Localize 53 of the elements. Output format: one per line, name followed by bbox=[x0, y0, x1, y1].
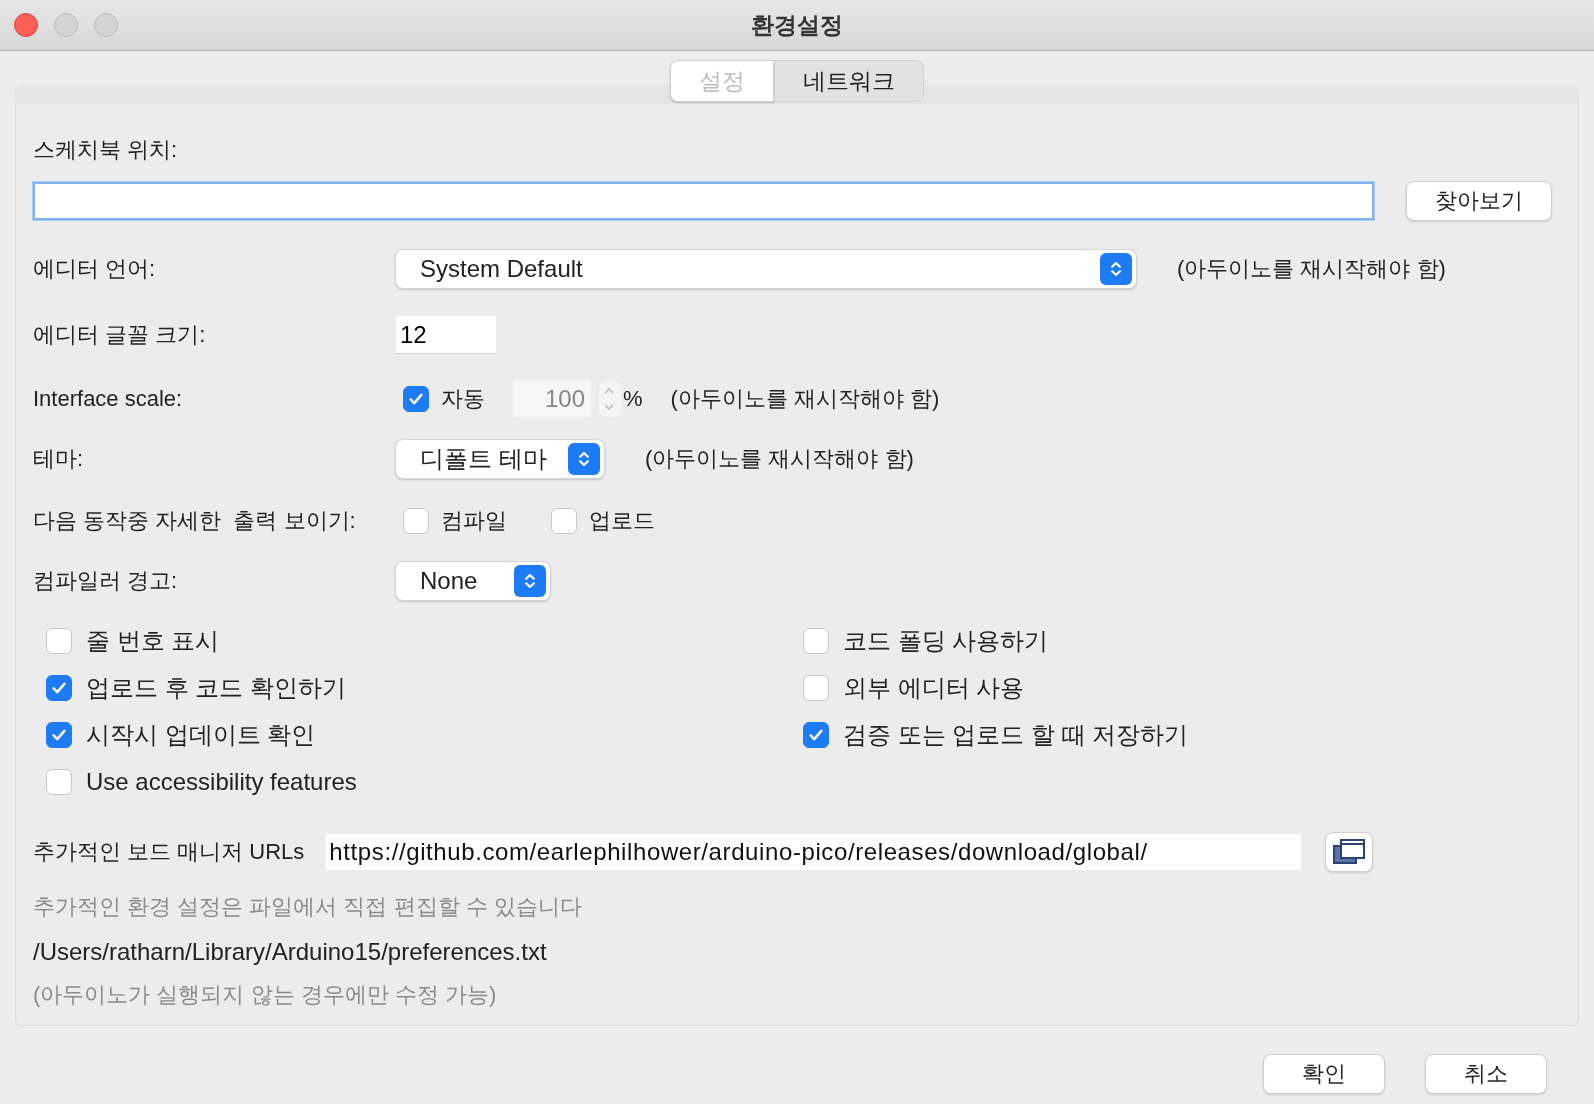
dialog-button[interactable]: 취소 bbox=[1425, 1054, 1547, 1094]
field-label: 에디터 글꼴 크기: bbox=[33, 321, 207, 349]
dropdown-arrows-icon bbox=[568, 443, 600, 475]
zoom-button[interactable] bbox=[94, 13, 118, 37]
minimize-button[interactable] bbox=[54, 13, 78, 37]
restart-note: (아두이노를 재시작해야 함) bbox=[645, 445, 914, 473]
checkbox-label: 자동 bbox=[441, 385, 485, 413]
checkbox-label: 업로드 후 코드 확인하기 bbox=[86, 673, 346, 703]
checkbox-label: Use accessibility features bbox=[86, 768, 357, 796]
browse-button[interactable]: 찾아보기 bbox=[1406, 181, 1552, 221]
field-label: Interface scale: bbox=[33, 386, 184, 412]
close-button[interactable] bbox=[14, 13, 38, 37]
checkbox-label: 검증 또는 업로드 할 때 저장하기 bbox=[843, 720, 1189, 750]
field-label: 스케치북 위치: bbox=[33, 136, 179, 164]
checkbox-label: 업로드 bbox=[589, 507, 655, 535]
field-label: 다음 동작중 자세한 출력 보이기: bbox=[33, 507, 357, 535]
checkbox[interactable] bbox=[46, 769, 72, 795]
field-label: 컴파일러 경고: bbox=[33, 567, 179, 595]
language-dropdown[interactable]: System Default bbox=[395, 249, 1137, 289]
dropdown-arrows-icon bbox=[514, 565, 546, 597]
tab[interactable]: 네트워크 bbox=[774, 60, 924, 102]
checkbox[interactable] bbox=[803, 628, 829, 654]
checkbox[interactable] bbox=[403, 508, 429, 534]
field-label: 에디터 언어: bbox=[33, 255, 157, 283]
sketchbook-location-field[interactable] bbox=[33, 182, 1374, 220]
checkbox[interactable] bbox=[46, 722, 72, 748]
field-label: 추가적인 보드 매니저 URLs bbox=[33, 838, 305, 866]
dialog-button[interactable]: 확인 bbox=[1263, 1054, 1385, 1094]
dropdown-arrows-icon bbox=[1100, 253, 1132, 285]
restart-note: (아두이노를 재시작해야 함) bbox=[670, 385, 940, 413]
board-urls-field[interactable]: https://github.com/earlephilhower/arduino-pico/releases/download/global/ bbox=[326, 834, 1302, 870]
checkbox-label: 컴파일 bbox=[441, 507, 507, 535]
open-window-button[interactable] bbox=[1325, 832, 1374, 872]
field-label: 테마: bbox=[33, 445, 85, 473]
theme-dropdown[interactable]: 디폴트 테마 bbox=[395, 439, 605, 479]
checkbox-label: 코드 폴딩 사용하기 bbox=[843, 626, 1049, 656]
checkbox-label: 외부 에디터 사용 bbox=[843, 673, 1025, 703]
checkbox[interactable] bbox=[46, 628, 72, 654]
warnings-dropdown[interactable]: None bbox=[395, 561, 551, 601]
checkbox[interactable] bbox=[803, 722, 829, 748]
font-size-field[interactable]: 12 bbox=[396, 316, 496, 354]
checkbox[interactable] bbox=[46, 675, 72, 701]
info-text: 추가적인 환경 설정은 파일에서 직접 편집할 수 있습니다 bbox=[33, 893, 583, 921]
checkbox-label: 줄 번호 표시 bbox=[86, 626, 220, 656]
restart-note: (아두이노를 재시작해야 함) bbox=[1177, 255, 1446, 283]
info-text: (아두이노가 실행되지 않는 경우에만 수정 가능) bbox=[33, 981, 498, 1009]
checkbox[interactable] bbox=[803, 675, 829, 701]
window-title: 환경설정 bbox=[751, 10, 843, 40]
stepper-icon[interactable] bbox=[599, 381, 621, 417]
checkbox[interactable] bbox=[551, 508, 577, 534]
checkbox-label: 시작시 업데이트 확인 bbox=[86, 720, 316, 750]
preferences-path: /Users/ratharn/Library/Arduino15/preferences.txt bbox=[33, 938, 548, 966]
percent-unit: % bbox=[623, 386, 643, 412]
